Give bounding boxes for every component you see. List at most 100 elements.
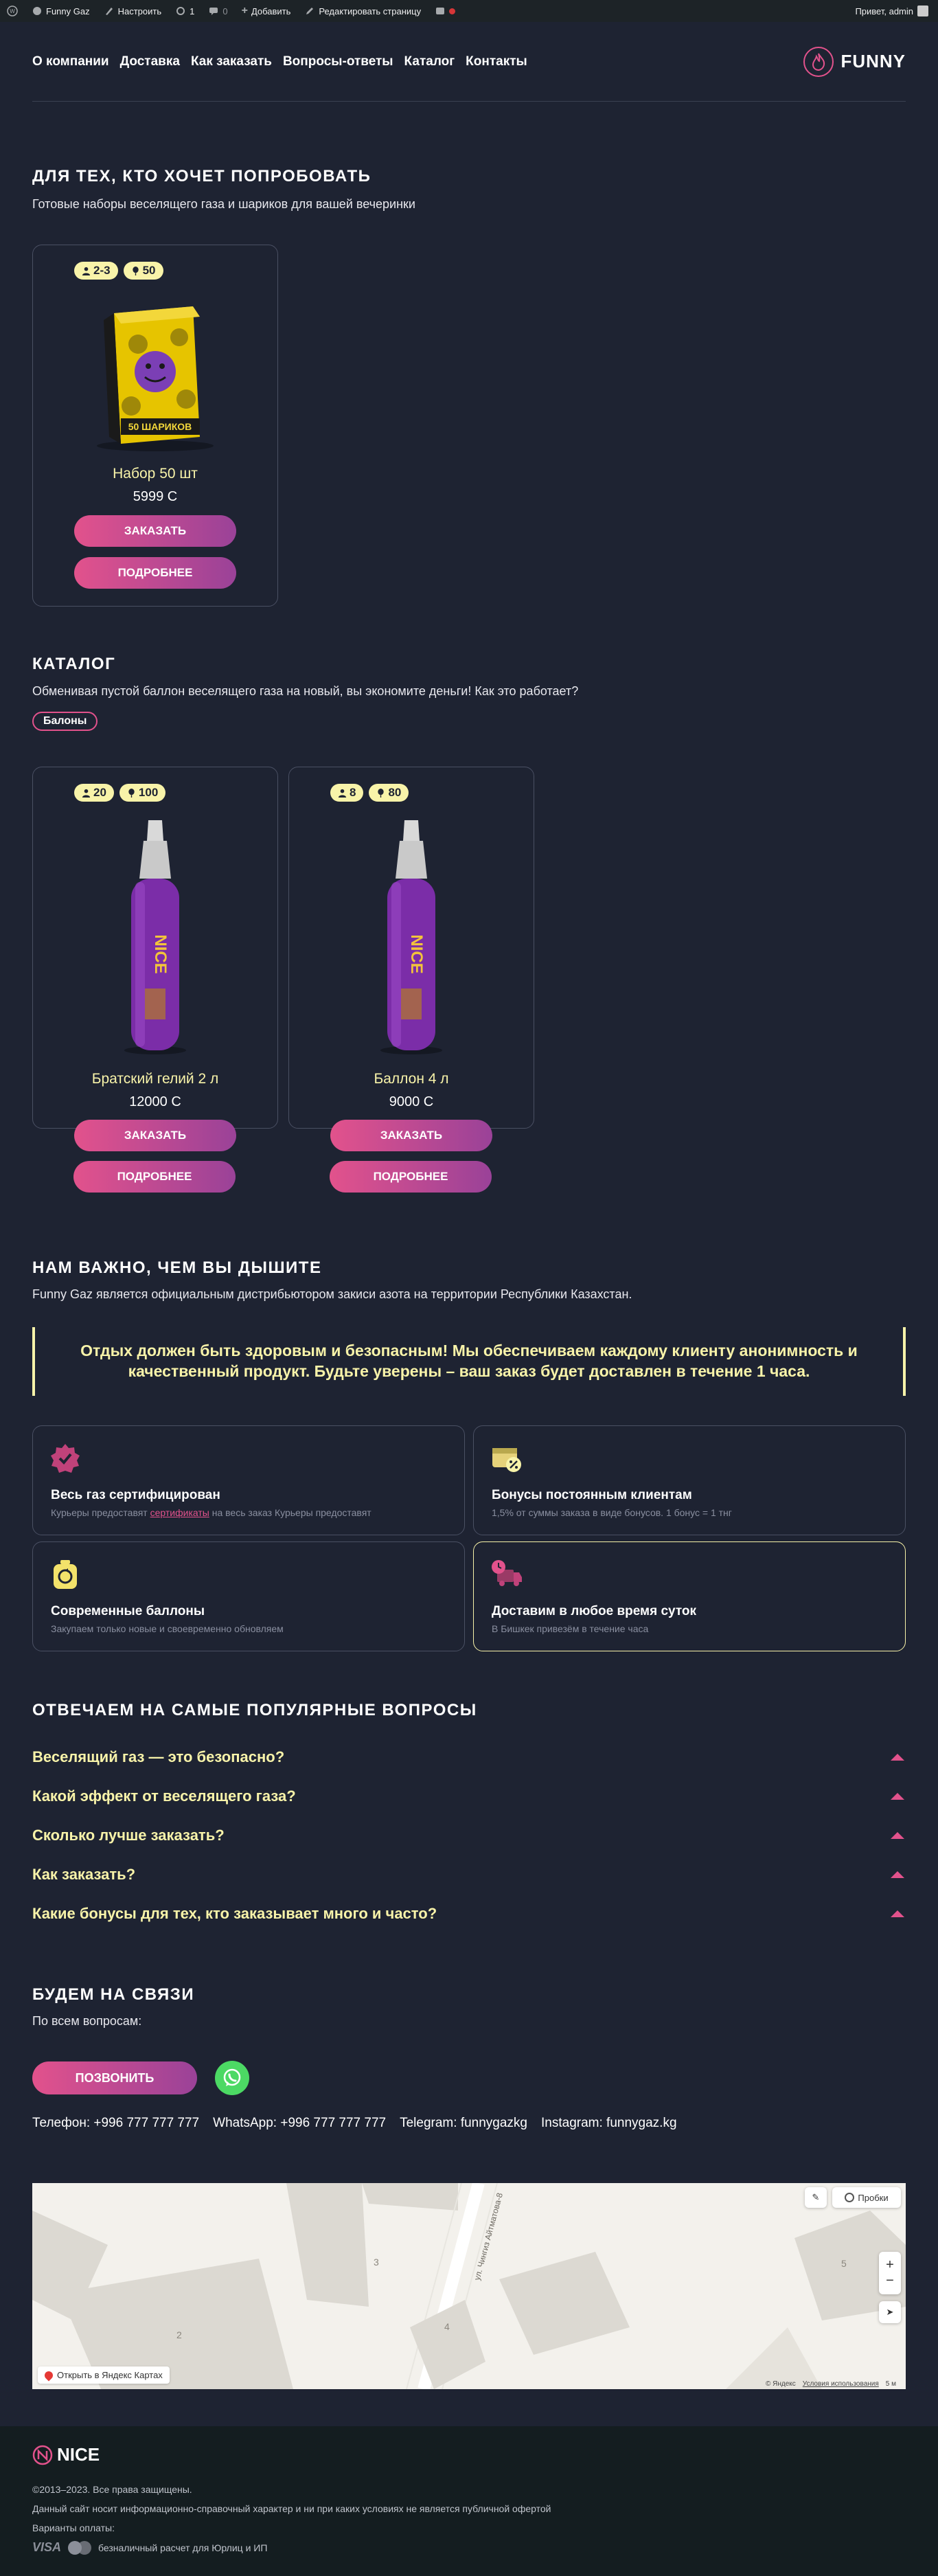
delivery-truck-icon	[492, 1560, 522, 1586]
adminbar-account[interactable]: Привет, admin	[855, 5, 938, 16]
adminbar-site[interactable]: Funny Gaz	[25, 0, 97, 22]
svg-text:W: W	[10, 8, 15, 14]
catalog-subtitle: Обменивая пустой баллон веселящего газа …	[32, 684, 579, 698]
try-section-title: ДЛЯ ТЕХ, КТО ХОЧЕТ ПОПРОБОВАТЬ	[32, 167, 371, 185]
product-price: 5999 С	[133, 489, 178, 504]
map-copyright: © Яндекс Условия использования 5 м	[766, 2380, 896, 2388]
gas-cylinder-image: NICE	[117, 817, 193, 1061]
wp-logo-icon[interactable]: W	[0, 0, 25, 22]
building-label: 5	[841, 2258, 847, 2269]
adminbar-add[interactable]: + Добавить	[235, 0, 298, 22]
feature-card: Современные баллоны Закупаем только новы…	[32, 1541, 465, 1651]
map-terms-link[interactable]: Условия использования	[803, 2380, 879, 2388]
call-button[interactable]: ПОЗВОНИТЬ	[32, 2061, 197, 2094]
product-image-box: 50 ШАРИКОВ	[90, 296, 220, 457]
geolocation-button[interactable]: ➤	[879, 2301, 901, 2323]
faq-item[interactable]: Как заказать?	[32, 1864, 906, 1885]
chevron-up-icon	[891, 1871, 904, 1878]
plugin-icon	[436, 8, 445, 14]
footer-logo[interactable]: NICE	[32, 2444, 100, 2465]
chevron-up-icon	[891, 1832, 904, 1839]
people-badge: 8	[330, 784, 364, 802]
faq-item[interactable]: Какой эффект от веселящего газа?	[32, 1786, 906, 1807]
category-tag[interactable]: Балоны	[32, 712, 98, 731]
whatsapp-link[interactable]: +996 777 777 777	[280, 2116, 386, 2130]
feature-desc: Курьеры предоставят сертификаты на весь …	[51, 1507, 371, 1518]
breath-title: НАМ ВАЖНО, ЧЕМ ВЫ ДЫШИТЕ	[32, 1258, 322, 1277]
faq-item[interactable]: Какие бонусы для тех, кто заказывает мно…	[32, 1903, 906, 1924]
promo-quote: Отдых должен быть здоровым и безопасным!…	[32, 1327, 906, 1396]
telegram-link[interactable]: funnygazkg	[461, 2116, 527, 2130]
order-button[interactable]: ЗАКАЗАТЬ	[74, 1120, 236, 1151]
payment-methods: VISA безналичный расчет для Юрлиц и ИП	[32, 2540, 268, 2555]
feature-title: Доставим в любое время суток	[492, 1604, 697, 1618]
feature-card: Доставим в любое время суток В Бишкек пр…	[473, 1541, 906, 1651]
order-button[interactable]: ЗАКАЗАТЬ	[74, 515, 236, 547]
ruler-button[interactable]: ✎	[805, 2187, 827, 2208]
adminbar-customize[interactable]: Настроить	[97, 0, 169, 22]
refresh-icon	[176, 7, 185, 15]
ruler-icon: ✎	[812, 2192, 820, 2202]
people-badge: 20	[74, 784, 114, 802]
balloon-icon	[128, 788, 135, 798]
nav-contacts[interactable]: Контакты	[466, 54, 527, 69]
instagram-link[interactable]: funnygaz.kg	[606, 2116, 676, 2130]
badge-check-icon	[51, 1444, 80, 1473]
zoom-in-button[interactable]: +	[886, 2257, 894, 2273]
product-price: 9000 С	[389, 1094, 434, 1109]
balloons-badge: 100	[119, 784, 166, 802]
pencil-icon	[306, 8, 314, 14]
brush-icon	[105, 8, 113, 15]
faq-item[interactable]: Сколько лучше заказать?	[32, 1825, 906, 1846]
adminbar-updates[interactable]: 1	[168, 0, 201, 22]
order-button[interactable]: ЗАКАЗАТЬ	[330, 1120, 492, 1151]
nav-about[interactable]: О компании	[32, 54, 109, 69]
phone-link[interactable]: +996 777 777 777	[93, 2116, 199, 2130]
faq-item[interactable]: Веселящий газ — это безопасно?	[32, 1747, 906, 1767]
logo-text: FUNNY	[840, 51, 906, 71]
balloon-icon	[378, 788, 385, 798]
details-button[interactable]: ПОДРОБНЕЕ	[74, 557, 236, 589]
details-button[interactable]: ПОДРОБНЕЕ	[73, 1161, 236, 1193]
product-name: Баллон 4 л	[374, 1071, 449, 1087]
map-scale: 5 м	[885, 2380, 896, 2388]
adminbar-edit[interactable]: Редактировать страницу	[297, 0, 428, 22]
building-label: 3	[374, 2257, 379, 2268]
building-label: 4	[444, 2321, 450, 2332]
nav-delivery[interactable]: Доставка	[120, 54, 180, 69]
nav-faq[interactable]: Вопросы-ответы	[283, 54, 393, 69]
cylinder-brand: NICE	[407, 934, 426, 973]
details-button[interactable]: ПОДРОБНЕЕ	[330, 1161, 492, 1193]
product-card: 2-3 50 50 ШАРИКОВ Набор 50 шт 5999 С ЗАК…	[32, 245, 278, 607]
person-icon	[82, 267, 91, 275]
comment-icon	[209, 8, 218, 15]
open-in-yandex-maps[interactable]: Открыть в Яндекс Картах	[38, 2366, 170, 2384]
traffic-button[interactable]: Пробки	[832, 2187, 901, 2208]
cylinder-cycle-icon	[54, 1560, 77, 1589]
traffic-icon	[845, 2193, 855, 2202]
admin-bar: W Funny Gaz Настроить 1 0 + Добавить Ред…	[0, 0, 938, 22]
contacts-line: Телефон: +996 777 777 777 WhatsApp: +996…	[32, 2116, 677, 2130]
zoom-out-button[interactable]: −	[886, 2273, 894, 2289]
contact-title: БУДЕМ НА СВЯЗИ	[32, 1985, 195, 2004]
nav-how-to-order[interactable]: Как заказать	[191, 54, 272, 69]
yandex-map[interactable]: 2 3 4 5 ул. Чингиз Айтматова-8 ✎ Пробки …	[32, 2183, 906, 2389]
chevron-up-icon	[891, 1793, 904, 1800]
gas-cylinder-image: NICE	[374, 817, 449, 1061]
map-canvas: 2 3 4 5 ул. Чингиз Айтматова-8	[32, 2183, 906, 2389]
feature-desc: Закупаем только новые и своевременно обн…	[51, 1623, 284, 1634]
adminbar-plugin[interactable]	[428, 0, 462, 22]
feature-card: Весь газ сертифицирован Курьеры предоста…	[32, 1425, 465, 1535]
map-pin-icon	[43, 2369, 55, 2381]
breath-subtitle: Funny Gaz является официальным дистрибью…	[32, 1287, 632, 1301]
site-footer: NICE ©2013–2023. Все права защищены. Дан…	[0, 2426, 938, 2576]
payment-label: Варианты оплаты:	[32, 2522, 115, 2533]
nav-catalog[interactable]: Каталог	[404, 54, 455, 69]
site-logo[interactable]: FUNNY	[803, 46, 906, 77]
whatsapp-button[interactable]	[215, 2061, 249, 2095]
chevron-up-icon	[891, 1910, 904, 1917]
flame-icon	[803, 46, 834, 77]
certificates-link[interactable]: сертификаты	[150, 1507, 209, 1518]
adminbar-comments[interactable]: 0	[201, 0, 234, 22]
feature-desc: 1,5% от суммы заказа в виде бонусов. 1 б…	[492, 1507, 732, 1518]
